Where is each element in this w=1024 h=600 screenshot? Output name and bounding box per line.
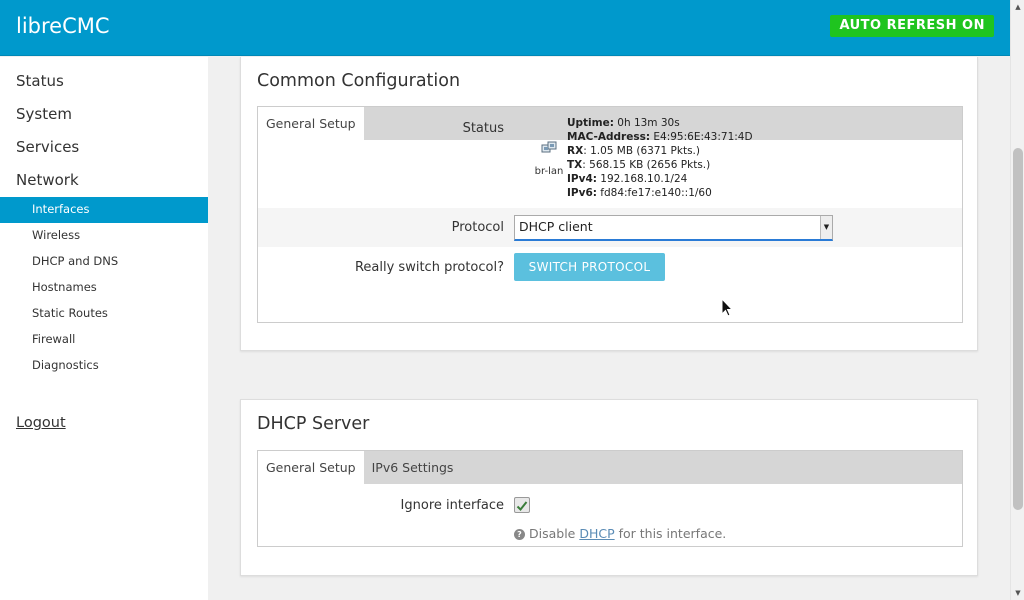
brand-logo[interactable]: libreCMC: [16, 14, 110, 38]
ignore-interface-help: ? Disable DHCP for this interface.: [514, 526, 726, 541]
dhcp-help-link[interactable]: DHCP: [579, 526, 614, 541]
checkmark-icon: [516, 501, 528, 511]
protocol-label: Protocol: [451, 220, 504, 235]
protocol-select-value: DHCP client: [519, 219, 593, 234]
help-icon: ?: [514, 529, 525, 540]
scroll-up-arrow-icon[interactable]: ▲: [1011, 0, 1024, 14]
sidebar-item-network[interactable]: Network: [0, 164, 208, 197]
common-configuration-title: Common Configuration: [257, 71, 461, 91]
sidebar-item-hostnames[interactable]: Hostnames: [0, 275, 208, 301]
interface-badge: br-lan: [533, 141, 565, 178]
dhcp-server-title: DHCP Server: [257, 414, 370, 434]
logout-link[interactable]: Logout: [16, 415, 66, 431]
sidebar-item-diagnostics[interactable]: Diagnostics: [0, 353, 208, 379]
interface-name: br-lan: [534, 166, 564, 177]
dhcp-tabbox: General Setup IPv6 Settings Ignore inter…: [257, 450, 963, 547]
chevron-down-icon: ▼: [820, 216, 832, 239]
switch-protocol-label: Really switch protocol?: [354, 260, 504, 275]
sidebar-item-static-routes[interactable]: Static Routes: [0, 301, 208, 327]
tab-ipv6-settings[interactable]: IPv6 Settings: [364, 451, 462, 484]
interface-stats: Uptime: 0h 13m 30s MAC-Address: E4:95:6E…: [567, 116, 753, 200]
dhcp-server-panel: DHCP Server General Setup IPv6 Settings …: [240, 399, 978, 576]
ignore-interface-row: Ignore interface ? Disable DHCP for this…: [258, 484, 962, 546]
page-scrollbar[interactable]: ▲ ▼: [1010, 0, 1024, 600]
switch-protocol-row: Really switch protocol? SWITCH PROTOCOL: [258, 247, 962, 289]
sidebar-item-status[interactable]: Status: [0, 65, 208, 98]
common-tabbox: General Setup Status br-lan Uptime: 0h 1…: [257, 106, 963, 323]
protocol-row: Protocol DHCP client ▼: [258, 208, 962, 247]
network-interface-icon: [541, 141, 557, 153]
stat-ipv6: IPv6: fd84:fe17:e140::1/60: [567, 187, 712, 199]
stat-tx: TX: 568.15 KB (2656 Pkts.): [567, 159, 711, 171]
sidebar-item-system[interactable]: System: [0, 98, 208, 131]
stat-ipv4: IPv4: 192.168.10.1/24: [567, 173, 688, 185]
protocol-select[interactable]: DHCP client ▼: [514, 215, 833, 241]
scrollbar-thumb[interactable]: [1013, 148, 1023, 510]
auto-refresh-toggle[interactable]: AUTO REFRESH ON: [830, 15, 994, 37]
mouse-cursor-icon: [721, 298, 733, 317]
switch-protocol-button[interactable]: SWITCH PROTOCOL: [514, 253, 665, 281]
stat-uptime: Uptime: 0h 13m 30s: [567, 117, 680, 129]
scroll-down-arrow-icon[interactable]: ▼: [1011, 586, 1024, 600]
sidebar-item-dhcp-dns[interactable]: DHCP and DNS: [0, 249, 208, 275]
main-content: Common Configuration General Setup Statu…: [208, 57, 1010, 600]
sidebar-item-services[interactable]: Services: [0, 131, 208, 164]
sidebar-item-interfaces[interactable]: Interfaces: [0, 197, 208, 223]
ignore-interface-checkbox[interactable]: [514, 497, 530, 513]
sidebar: Status System Services Network Interface…: [0, 57, 208, 600]
top-header: libreCMC AUTO REFRESH ON: [0, 0, 1010, 56]
status-label: Status: [462, 121, 504, 136]
tab-dhcp-general-setup[interactable]: General Setup: [258, 451, 364, 484]
sidebar-item-firewall[interactable]: Firewall: [0, 327, 208, 353]
stat-mac: MAC-Address: E4:95:6E:43:71:4D: [567, 131, 753, 143]
dhcp-tabbar: General Setup IPv6 Settings: [258, 451, 962, 484]
sidebar-menu: Status System Services Network Interface…: [0, 65, 208, 379]
ignore-interface-label: Ignore interface: [400, 498, 504, 513]
common-configuration-panel: Common Configuration General Setup Statu…: [240, 57, 978, 351]
stat-rx: RX: 1.05 MB (6371 Pkts.): [567, 145, 700, 157]
sidebar-item-wireless[interactable]: Wireless: [0, 223, 208, 249]
